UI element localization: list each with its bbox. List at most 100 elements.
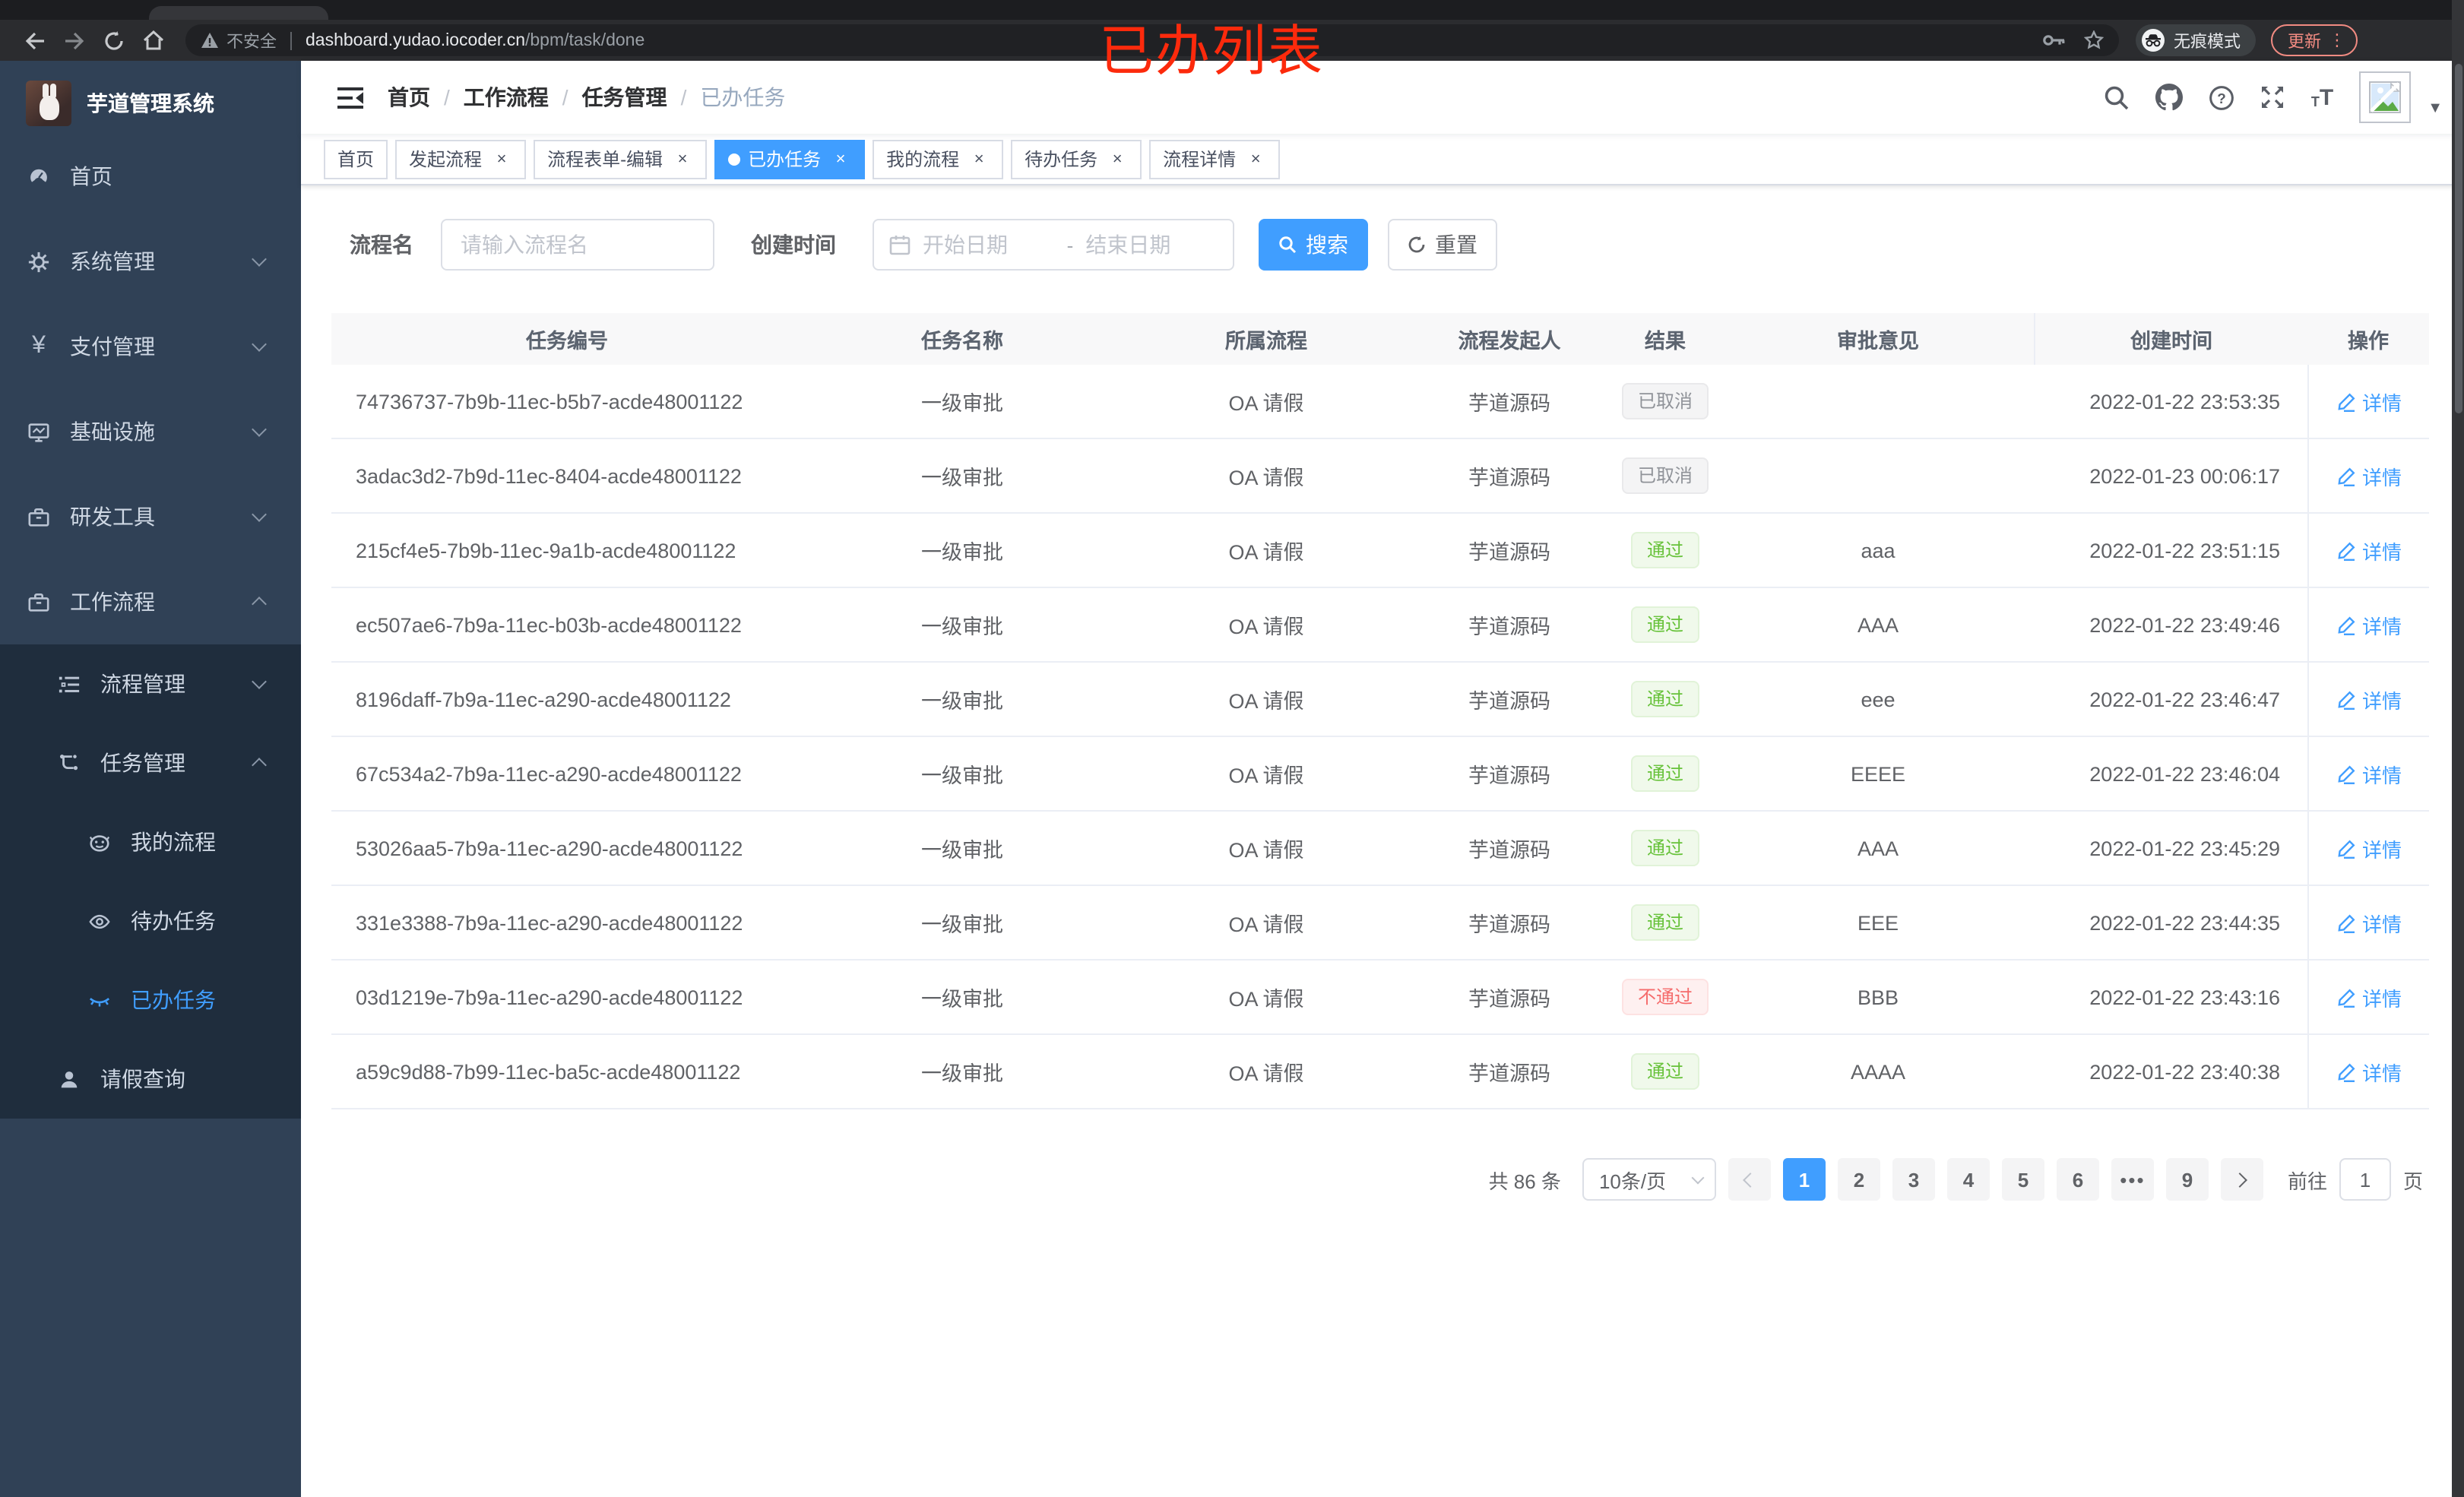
forward-button[interactable] [55, 24, 94, 57]
sidebar-item-home[interactable]: 首页 [0, 134, 301, 219]
page-number-button[interactable]: 1 [1782, 1158, 1826, 1201]
view-tag[interactable]: 发起流程 × [395, 139, 527, 179]
detail-link[interactable]: 详情 [2336, 461, 2402, 490]
detail-link[interactable]: 详情 [2336, 1057, 2402, 1086]
detail-link[interactable]: 详情 [2336, 908, 2402, 937]
view-tag[interactable]: 流程表单-编辑 × [534, 139, 708, 179]
reset-button[interactable]: 重置 [1388, 219, 1497, 271]
home-button[interactable] [134, 24, 173, 57]
breadcrumb-separator: / [444, 85, 450, 109]
github-icon[interactable] [2155, 84, 2184, 111]
sidebar-item-system[interactable]: 系统管理 [0, 219, 301, 304]
avatar-caret-icon[interactable]: ▼ [2428, 100, 2443, 116]
task-id-cell: 03d1219e-7b9a-11ec-a290-acde48001122 [356, 986, 743, 1008]
search-icon[interactable] [2105, 84, 2130, 110]
sidebar-item-done-tasks[interactable]: 已办任务 [0, 961, 301, 1040]
page-number-button[interactable]: ••• [2111, 1158, 2154, 1201]
chevron-down-icon [252, 422, 267, 437]
sidebar-item-payment[interactable]: ¥ 支付管理 [0, 304, 301, 389]
next-page-button[interactable] [2220, 1158, 2263, 1201]
sidebar-item-leave-query[interactable]: 请假查询 [0, 1040, 301, 1119]
view-tag[interactable]: 首页 [324, 139, 388, 179]
detail-link[interactable]: 详情 [2336, 387, 2402, 416]
starter-cell: 芋道源码 [1468, 913, 1550, 936]
process-name-label: 流程名 [350, 233, 413, 257]
incognito-badge: 无痕模式 [2136, 24, 2256, 56]
page-size-select[interactable]: 10条/页 [1582, 1158, 1716, 1201]
view-tag[interactable]: 我的流程 × [873, 139, 1004, 179]
breadcrumb-task-mgmt[interactable]: 任务管理 [582, 82, 667, 112]
detail-link[interactable]: 详情 [2336, 610, 2402, 639]
close-icon[interactable]: × [830, 148, 851, 169]
update-button[interactable]: 更新 ⋮ [2271, 24, 2358, 56]
page-number-button[interactable]: 5 [2001, 1158, 2044, 1201]
detail-link[interactable]: 详情 [2336, 759, 2402, 788]
sidebar-item-devtools[interactable]: 研发工具 [0, 474, 301, 559]
chevron-up-icon [252, 597, 267, 612]
incognito-icon [2142, 29, 2165, 52]
breadcrumb-home[interactable]: 首页 [388, 82, 430, 112]
password-key-icon[interactable] [2043, 33, 2066, 47]
date-range-picker[interactable]: 开始日期 - 结束日期 [873, 219, 1234, 271]
window-scrollbar[interactable] [2452, 0, 2464, 1497]
page-number-button[interactable]: 2 [1837, 1158, 1880, 1201]
detail-link[interactable]: 详情 [2336, 685, 2402, 714]
starter-cell: 芋道源码 [1468, 467, 1550, 489]
close-icon[interactable]: × [672, 148, 693, 169]
page-number-button[interactable]: 9 [2165, 1158, 2209, 1201]
browser-menu-icon[interactable]: ⋮ [2329, 30, 2345, 50]
close-icon[interactable]: × [491, 148, 512, 169]
sidebar-item-todo-tasks[interactable]: 待办任务 [0, 881, 301, 961]
column-header: 创建时间 [2034, 313, 2307, 365]
detail-label: 详情 [2361, 1062, 2402, 1084]
sidebar-item-label: 流程管理 [100, 672, 185, 696]
calendar-icon [889, 236, 911, 255]
page-number-button[interactable]: 4 [1946, 1158, 1990, 1201]
sidebar-item-my-process[interactable]: 我的流程 [0, 802, 301, 881]
page-number-button[interactable]: 3 [1892, 1158, 1935, 1201]
detail-link[interactable]: 详情 [2336, 834, 2402, 862]
sidebar-item-infra[interactable]: 基础设施 [0, 389, 301, 474]
view-tag[interactable]: 流程详情 × [1149, 139, 1281, 179]
sidebar-collapse-button[interactable] [324, 71, 375, 123]
prev-page-button[interactable] [1728, 1158, 1771, 1201]
chevron-left-icon [1743, 1172, 1759, 1187]
breadcrumb-workflow[interactable]: 工作流程 [464, 82, 549, 112]
close-icon[interactable]: × [1245, 148, 1266, 169]
close-icon[interactable]: × [1107, 148, 1128, 169]
close-icon[interactable]: × [968, 148, 990, 169]
detail-link[interactable]: 详情 [2336, 983, 2402, 1011]
range-separator: - [1066, 233, 1074, 256]
search-icon [1279, 236, 1297, 254]
view-tag[interactable]: 已办任务 × [714, 139, 866, 179]
chevron-right-icon [2233, 1172, 2248, 1187]
process-name-input[interactable] [441, 219, 714, 271]
font-size-icon[interactable]: TT [2311, 86, 2333, 109]
fullscreen-icon[interactable] [2261, 85, 2285, 109]
sidebar-item-task-mgmt[interactable]: 任务管理 [0, 723, 301, 802]
search-button[interactable]: 搜索 [1259, 219, 1368, 271]
help-icon[interactable]: ? [2209, 84, 2235, 110]
page-number-button[interactable]: 6 [2056, 1158, 2099, 1201]
eye-closed-icon [88, 989, 111, 1011]
view-tag[interactable]: 待办任务 × [1011, 139, 1142, 179]
scrollbar-thumb[interactable] [2454, 64, 2462, 413]
table-row: 74736737-7b9b-11ec-b5b7-acde48001122 一级审… [331, 365, 2429, 439]
comment-cell: AAA [1857, 837, 1899, 859]
task-name-cell: 一级审批 [921, 690, 1003, 713]
avatar[interactable] [2359, 71, 2412, 123]
detail-link[interactable]: 详情 [2336, 536, 2402, 565]
sidebar-item-process-mgmt[interactable]: 流程管理 [0, 644, 301, 723]
toolbox-icon [27, 505, 50, 528]
comment-cell: EEE [1857, 911, 1899, 934]
back-button[interactable] [15, 24, 55, 57]
person-icon [58, 1068, 81, 1090]
bookmark-star-icon[interactable] [2084, 30, 2104, 50]
tag-label: 发起流程 [409, 149, 483, 170]
sidebar-item-workflow[interactable]: 工作流程 [0, 559, 301, 644]
sidebar-logo[interactable]: 芋道管理系统 [0, 61, 301, 134]
goto-page-input[interactable] [2339, 1158, 2391, 1201]
divider [290, 31, 292, 49]
browser-tab[interactable] [149, 6, 328, 20]
reload-button[interactable] [94, 24, 134, 57]
